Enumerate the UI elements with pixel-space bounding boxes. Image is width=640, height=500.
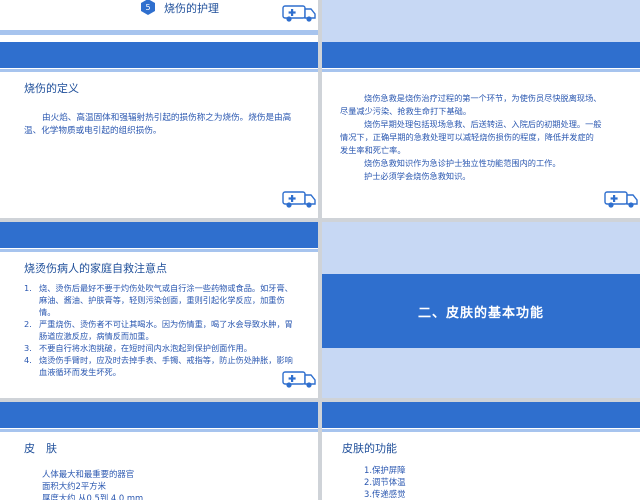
- body-line: 情况下，正确早期的急救处理可以减轻烧伤损伤的程度，降低并发症的: [340, 132, 594, 142]
- slide-header-band: [322, 42, 640, 72]
- list-item: 4. 烧烫伤手臂时，应及时去掉手表、手镯、戒指等，防止伤处肿胀，影响血液循环而发生…: [24, 355, 293, 377]
- step-badge: 5: [141, 0, 155, 15]
- slide-body: 由火焰、高温固体和强辐射热引起的损伤称之为烧伤。烧伤是由高温、化学物质或电引起的…: [24, 113, 292, 136]
- ambulance-icon: [282, 5, 316, 22]
- slide-title: 烧烫伤病人的家庭自救注意点: [24, 262, 167, 275]
- slide-thumb-8[interactable]: 皮肤的功能 1.保护屏障 2.调节体温 3.传递感觉: [322, 402, 640, 500]
- ambulance-icon: [604, 191, 638, 208]
- slide-title: 烧伤的定义: [24, 82, 79, 95]
- body-line: 人体最大和最重要的器官: [42, 469, 135, 479]
- section-heading: 二、皮肤的基本功能: [417, 305, 544, 321]
- list-item: 3. 不要自行将水泡挑破，在短时间内水泡起到保护创面作用。: [24, 343, 252, 353]
- body-line: 发生率和死亡率。: [340, 145, 406, 155]
- function-list: 1.保护屏障 2.调节体温 3.传递感觉: [364, 464, 604, 500]
- body-line: 烧伤急救知识作为急诊护士独立性功能范围内的工作。: [364, 158, 561, 168]
- slide-thumb-4[interactable]: 烧伤急救是烧伤治疗过程的第一个环节，为使伤员尽快脱离现场、 尽量减少污染、抢救生…: [322, 42, 640, 218]
- list-item: 2.调节体温: [364, 477, 406, 487]
- badge-number: 5: [145, 3, 150, 12]
- slide-body: 烧伤急救是烧伤治疗过程的第一个环节，为使伤员尽快脱离现场、 尽量减少污染、抢救生…: [340, 92, 636, 183]
- slide-header-band: [0, 42, 318, 72]
- slide-title: 皮肤的功能: [342, 442, 397, 455]
- list-item: 2. 严重烧伤、烫伤者不可让其喝水。因为伤情重，喝了水会导致水肿，胃肠道应激反应，…: [24, 319, 293, 341]
- slide-header-band: [322, 402, 640, 432]
- body-line: 烧伤早期处理包括现场急救、后送转运、入院后的初期处理。一般: [364, 119, 602, 129]
- slide-thumb-6[interactable]: 二、皮肤的基本功能: [322, 222, 640, 398]
- body-line: 厚度大约 从0.5到 4.0 mm: [42, 493, 144, 500]
- notice-list: 1. 烧、烫伤后最好不要于灼伤处吹气或自行涂一些药物或食品。如牙膏、麻油、酱油、护…: [24, 282, 296, 378]
- list-item: 1.保护屏障: [364, 465, 406, 475]
- slide-thumb-2[interactable]: [322, 0, 640, 42]
- list-item: 3.传递感觉: [364, 489, 406, 499]
- body-line: 面积大约2平方米: [42, 481, 106, 491]
- body-line: 护士必须学会烧伤急救知识。: [364, 171, 471, 181]
- slide-thumb-5[interactable]: 烧烫伤病人的家庭自救注意点 1. 烧、烫伤后最好不要于灼伤处吹气或自行涂一些药物或…: [0, 222, 318, 398]
- ambulance-icon: [282, 191, 316, 208]
- slide-thumb-3[interactable]: 烧伤的定义 由火焰、高温固体和强辐射热引起的损伤称之为烧伤。烧伤是由高温、化学物…: [0, 42, 318, 218]
- slide-title: 烧伤的护理: [164, 2, 219, 15]
- slide-sorter: 5 烧伤的护理 烧伤的定义 由火焰、高温固体和强辐射热引起的损伤称之为烧伤。烧伤…: [0, 0, 640, 500]
- body-line: 尽量减少污染、抢救生命打下基础。: [340, 106, 472, 116]
- ambulance-icon: [282, 371, 316, 388]
- section-band: 二、皮肤的基本功能: [322, 274, 640, 348]
- slide-header-band: [0, 402, 318, 432]
- slide-header-band: [0, 222, 318, 252]
- slide-title: 皮 肤: [24, 442, 57, 455]
- slide-thumb-7[interactable]: 皮 肤 人体最大和最重要的器官 面积大约2平方米 厚度大约 从0.5到 4.0 …: [0, 402, 318, 500]
- slide-body: 人体最大和最重要的器官 面积大约2平方米 厚度大约 从0.5到 4.0 mm: [42, 468, 292, 500]
- slide-thumb-1[interactable]: 5 烧伤的护理: [0, 0, 318, 42]
- body-line: 烧伤急救是烧伤治疗过程的第一个环节，为使伤员尽快脱离现场、: [364, 93, 602, 103]
- list-item: 1. 烧、烫伤后最好不要于灼伤处吹气或自行涂一些药物或食品。如牙膏、麻油、酱油、护…: [24, 283, 293, 317]
